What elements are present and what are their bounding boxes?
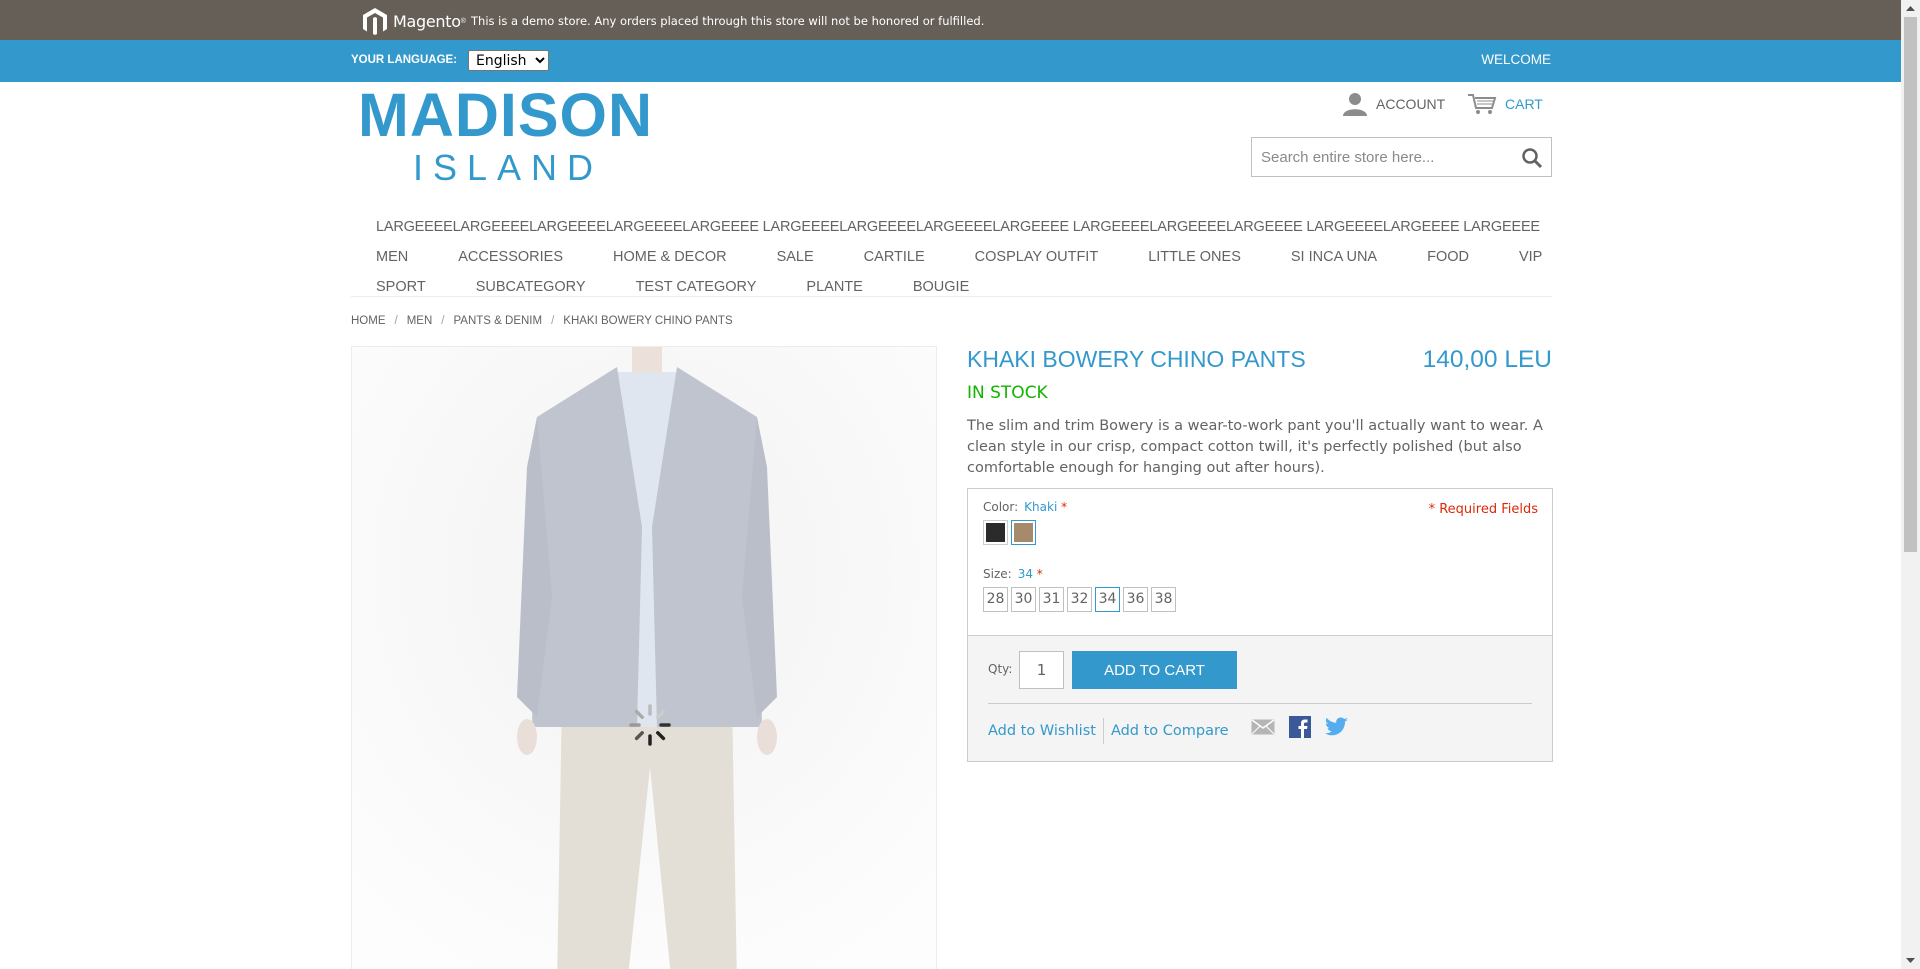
required-star: * (1036, 567, 1043, 581)
breadcrumb-separator: / (551, 315, 555, 327)
size-swatch-38[interactable]: 38 (1151, 587, 1176, 612)
cart-link[interactable]: CART (1467, 92, 1543, 116)
breadcrumb-separator: / (394, 315, 398, 327)
welcome-message: WELCOME (1481, 52, 1551, 67)
nav-item-cartile[interactable]: CARTILE (864, 249, 925, 265)
account-icon (1343, 93, 1367, 116)
demo-notice-bar: Magento ® This is a demo store. Any order… (0, 0, 1901, 40)
product-name: KHAKI BOWERY CHINO PANTS (967, 346, 1306, 372)
main-nav: LARGEEEELARGEEEELARGEEEELARGEEEELARGEEEE… (376, 212, 1556, 302)
nav-item-large[interactable]: LARGEEEELARGEEEELARGEEEELARGEEEELARGEEEE… (376, 219, 1540, 235)
search-input[interactable] (1252, 138, 1512, 176)
twitter-share-icon[interactable] (1325, 717, 1349, 737)
size-option-label: Size: 34 * (983, 567, 1043, 581)
size-swatch-28[interactable]: 28 (983, 587, 1008, 612)
nav-item-test-category[interactable]: TEST CATEGORY (636, 279, 757, 295)
cart-label: CART (1505, 96, 1543, 112)
logo-sub-text: ISLAND (413, 147, 604, 188)
language-bar: YOUR LANGUAGE: English WELCOME (0, 40, 1901, 82)
add-to-cart-box: Qty: ADD TO CART Add to Wishlist Add to … (967, 635, 1553, 762)
demo-notice-text: This is a demo store. Any orders placed … (471, 14, 985, 28)
product-image[interactable] (351, 346, 937, 969)
nav-item-plante[interactable]: PLANTE (806, 279, 862, 295)
size-swatch-32[interactable]: 32 (1067, 587, 1092, 612)
nav-item-sport[interactable]: SPORT (376, 279, 426, 295)
cart-divider (988, 703, 1532, 704)
account-label: ACCOUNT (1376, 96, 1446, 112)
language-label: YOUR LANGUAGE: (351, 54, 458, 66)
color-option-label: Color: Khaki * (983, 500, 1068, 514)
qty-label: Qty: (988, 662, 1013, 676)
breadcrumb: HOME / MEN / PANTS & DENIM / KHAKI BOWER… (351, 315, 733, 327)
scroll-up-arrow-icon[interactable] (1901, 0, 1920, 17)
size-swatch-34[interactable]: 34 (1095, 587, 1120, 612)
magento-brand-text: Magento (393, 11, 461, 31)
nav-item-sale[interactable]: SALE (777, 249, 814, 265)
stock-status: IN STOCK (967, 383, 1048, 403)
page-scrollbar[interactable] (1901, 0, 1920, 969)
required-fields-note: * Required Fields (1428, 502, 1538, 517)
account-link[interactable]: ACCOUNT (1342, 92, 1445, 116)
product-description: The slim and trim Bowery is a wear-to-wo… (967, 418, 1543, 476)
magento-icon (363, 8, 387, 35)
nav-row: LARGEEEELARGEEEELARGEEEELARGEEEELARGEEEE… (376, 212, 1556, 242)
search-icon[interactable] (1521, 147, 1543, 169)
color-selected-value: Khaki (1024, 500, 1058, 514)
language-select[interactable]: English (468, 50, 549, 71)
breadcrumb-separator: / (441, 315, 445, 327)
nav-divider (351, 296, 1552, 297)
nav-item-accessories[interactable]: ACCESSORIES (458, 249, 563, 265)
loading-spinner-icon (629, 704, 671, 746)
color-swatches (983, 520, 1039, 545)
share-links (1251, 716, 1363, 738)
nav-item-home-decor[interactable]: HOME & DECOR (613, 249, 727, 265)
store-logo[interactable]: MADISON ISLAND (358, 81, 654, 188)
size-selected-value: 34 (1017, 567, 1033, 581)
size-swatch-36[interactable]: 36 (1123, 587, 1148, 612)
search-form (1251, 137, 1552, 177)
nav-row: SPORT SUBCATEGORY TEST CATEGORY PLANTE B… (376, 272, 1556, 302)
required-star: * (1061, 500, 1068, 514)
cart-icon (1468, 94, 1497, 114)
add-to-compare-link[interactable]: Add to Compare (1111, 723, 1229, 739)
size-swatches: 28 30 31 32 34 36 38 (983, 587, 1179, 612)
email-share-icon[interactable] (1251, 719, 1275, 735)
link-separator (1102, 718, 1104, 744)
nav-item-cosplay-outfit[interactable]: COSPLAY OUTFIT (975, 249, 1099, 265)
product-photo (352, 347, 936, 969)
nav-item-bougie[interactable]: BOUGIE (913, 279, 969, 295)
size-swatch-30[interactable]: 30 (1011, 587, 1036, 612)
breadcrumb-pants-denim[interactable]: PANTS & DENIM (453, 315, 542, 327)
breadcrumb-home[interactable]: HOME (351, 315, 386, 327)
color-swatch-charcoal[interactable] (983, 520, 1008, 545)
qty-input[interactable] (1019, 651, 1064, 689)
product-links: Add to Wishlist Add to Compare (988, 718, 1229, 744)
color-swatch-khaki[interactable] (1011, 520, 1036, 545)
nav-item-food[interactable]: FOOD (1427, 249, 1469, 265)
logo-main-text: MADISON (358, 81, 654, 149)
nav-item-little-ones[interactable]: LITTLE ONES (1148, 249, 1241, 265)
product-options: Color: Khaki * * Required Fields Size: 34 … (967, 488, 1553, 635)
nav-item-vip[interactable]: VIP (1519, 249, 1542, 265)
product-price: 140,00 LEU (1422, 346, 1552, 373)
nav-item-subcategory[interactable]: SUBCATEGORY (476, 279, 586, 295)
nav-item-men[interactable]: MEN (376, 249, 408, 265)
add-to-wishlist-link[interactable]: Add to Wishlist (988, 723, 1096, 739)
add-to-cart-button[interactable]: ADD TO CART (1072, 651, 1237, 689)
size-swatch-31[interactable]: 31 (1039, 587, 1064, 612)
breadcrumb-men[interactable]: MEN (407, 315, 433, 327)
breadcrumb-current: KHAKI BOWERY CHINO PANTS (563, 315, 733, 327)
nav-item-si-inca-una[interactable]: SI INCA UNA (1291, 249, 1377, 265)
scrollbar-thumb[interactable] (1904, 17, 1917, 552)
nav-row: MEN ACCESSORIES HOME & DECOR SALE CARTIL… (376, 242, 1556, 272)
scroll-down-arrow-icon[interactable] (1901, 952, 1920, 969)
magento-logo: Magento ® (360, 6, 466, 36)
facebook-share-icon[interactable] (1289, 716, 1311, 738)
